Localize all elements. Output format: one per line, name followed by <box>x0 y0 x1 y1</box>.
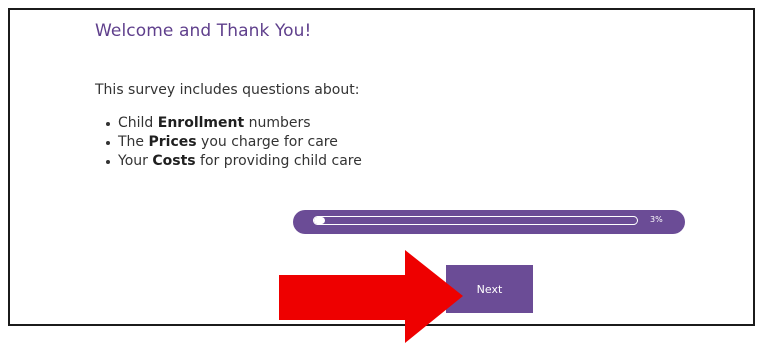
prices-keyword: Prices <box>148 134 197 150</box>
enrollment-keyword: Enrollment <box>157 115 245 131</box>
progress-track <box>313 216 638 225</box>
page-title: Welcome and Thank You! <box>95 21 312 41</box>
right-arrow-icon <box>279 250 463 343</box>
topics-list: Child Enrollment numbers The Prices you … <box>105 114 362 171</box>
list-item: Your Costs for providing child care <box>105 152 362 171</box>
costs-keyword: Costs <box>152 153 196 169</box>
progress-bar: 3% <box>293 210 685 234</box>
screenshot-stage: Welcome and Thank You! This survey inclu… <box>0 0 759 343</box>
list-item: Child Enrollment numbers <box>105 114 362 133</box>
intro-text: This survey includes questions about: <box>95 82 360 98</box>
progress-fill <box>314 217 326 224</box>
annotation-arrow <box>279 250 463 343</box>
list-item: The Prices you charge for care <box>105 133 362 152</box>
progress-percent: 3% <box>650 215 663 224</box>
